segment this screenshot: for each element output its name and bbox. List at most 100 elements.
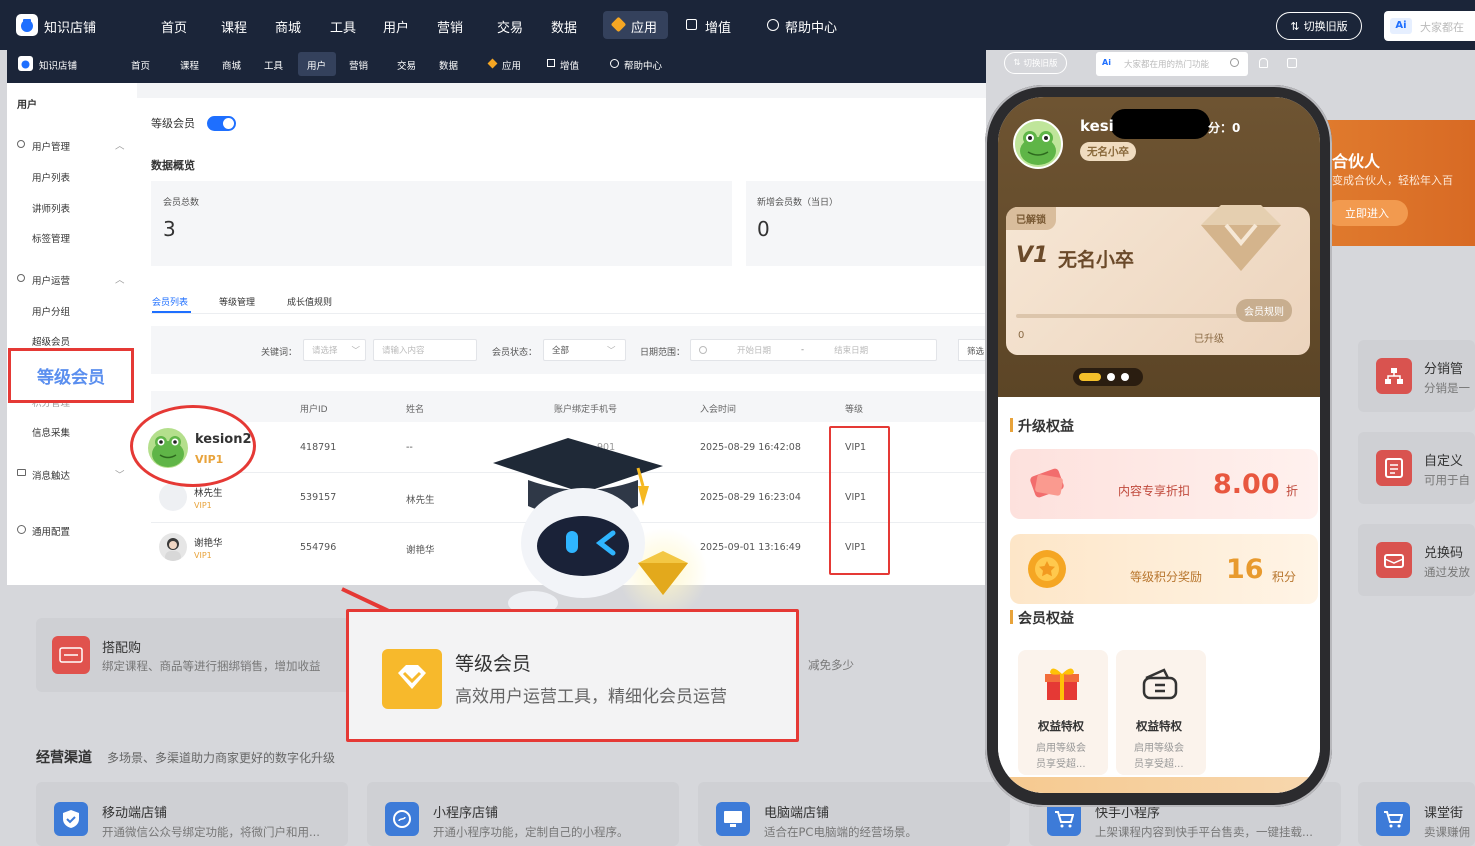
bg-nav-users[interactable]: 用户 xyxy=(383,17,409,36)
user-highlight-circle[interactable]: kesion2 VIP1 xyxy=(130,405,256,487)
bg-switch-old-button[interactable]: ⇅ 切换旧版 xyxy=(1276,12,1362,40)
user-icon xyxy=(17,140,25,148)
sidebar-group-user-management[interactable]: 用户管理 xyxy=(32,139,70,153)
discount-text: 减免多少 xyxy=(808,658,854,672)
chevron-down-icon: ﹀ xyxy=(607,346,616,356)
dynamic-island xyxy=(1110,109,1210,139)
cart-icon xyxy=(1376,802,1410,836)
tab-growth-rules[interactable]: 成长值规则 xyxy=(287,295,332,308)
nav-marketing[interactable]: 营销 xyxy=(349,58,368,72)
nav-tools[interactable]: 工具 xyxy=(264,58,283,72)
sidebar-item-super-member[interactable]: 超级会员 xyxy=(32,334,70,348)
member-status-select[interactable]: 全部 ﹀ xyxy=(543,339,626,361)
chevron-up-icon[interactable]: ︿ xyxy=(115,272,125,286)
value-icon xyxy=(686,19,697,30)
benefit-card[interactable]: 权益特权 启用等级会 员享受超... xyxy=(1116,650,1206,775)
filter-button[interactable]: 筛选 xyxy=(958,339,986,361)
nav-mall[interactable]: 商城 xyxy=(222,58,241,72)
nav-trade[interactable]: 交易 xyxy=(397,58,416,72)
bell-icon[interactable] xyxy=(1259,58,1268,68)
bg-nav-marketing[interactable]: 营销 xyxy=(437,17,463,36)
col-user-id: 用户ID xyxy=(300,405,328,415)
sidebar-group-user-operation[interactable]: 用户运营 xyxy=(32,273,70,287)
sitemap-icon xyxy=(1376,358,1412,394)
sidebar-item-user-group[interactable]: 用户分组 xyxy=(32,304,70,318)
bg-nav-mall[interactable]: 商城 xyxy=(275,17,301,36)
keyword-select[interactable]: 请选择 ﹀ xyxy=(303,339,366,361)
ai-icon: Ai xyxy=(1390,18,1412,34)
bundle-card[interactable]: 搭配购 绑定课程、商品等进行捆绑销售，增加收益 xyxy=(36,618,356,692)
member-perks-title: 会员权益 xyxy=(1018,611,1074,627)
table-row-2-nick[interactable]: 林先生 xyxy=(194,485,223,499)
benefit-card[interactable]: 权益特权 启用等级会 员享受超... xyxy=(1018,650,1108,775)
users-icon xyxy=(17,274,25,282)
bg-nav-home[interactable]: 首页 xyxy=(161,17,187,36)
level-member-toggle[interactable] xyxy=(207,116,236,131)
message-icon xyxy=(17,469,26,476)
ai-icon: Ai xyxy=(1102,58,1111,67)
front-switch-old-button[interactable]: ⇅ 切换旧版 xyxy=(1004,52,1067,74)
right-card-custom-form[interactable]: 自定义 可用于自 xyxy=(1358,432,1475,504)
chevron-up-icon[interactable]: ︿ xyxy=(115,138,125,152)
avatar xyxy=(148,428,188,468)
tab-level-management[interactable]: 等级管理 xyxy=(219,295,255,308)
level-column-highlight xyxy=(829,426,890,575)
bg-nav-value[interactable]: 增值 xyxy=(705,17,731,36)
sidebar: 用户 用户管理 ︿ 用户列表 讲师列表 标签管理 用户运营 ︿ 用户分组 超级会… xyxy=(7,83,137,585)
nav-home[interactable]: 首页 xyxy=(131,58,150,72)
partner-enter-button[interactable]: 立即进入 xyxy=(1326,200,1408,226)
channel-pc-store[interactable]: 电脑端店铺 适合在PC电脑端的经营场景。 xyxy=(698,782,1010,846)
col-name: 姓名 xyxy=(406,405,425,415)
sidebar-item-general-config[interactable]: 通用配置 xyxy=(32,524,70,538)
channel-classroom-street[interactable]: 课堂街 卖课赚佣 xyxy=(1358,782,1475,846)
keyword-label: 关键词： xyxy=(261,348,298,358)
bg-nav-trade[interactable]: 交易 xyxy=(497,17,523,36)
nav-apps[interactable]: 应用 xyxy=(502,58,521,72)
bg-nav-help[interactable]: 帮助中心 xyxy=(785,17,837,36)
toggle-knob xyxy=(223,118,234,129)
window-icon[interactable] xyxy=(1287,58,1297,68)
nav-help[interactable]: 帮助中心 xyxy=(624,58,662,72)
table-row-3-nick[interactable]: 谢艳华 xyxy=(194,535,223,549)
front-top-nav: 知识店铺 首页 课程 商城 工具 用户 营销 交易 数据 应用 增值 帮助中心 … xyxy=(7,45,986,83)
sidebar-item-level-member-highlight[interactable]: 等级会员 xyxy=(8,348,134,403)
front-search-input[interactable]: Ai 大家都在用的热门功能 xyxy=(1096,52,1248,76)
coupon-icon xyxy=(1140,664,1180,704)
stat-card-total: 会员总数 3 xyxy=(151,181,732,266)
sidebar-item-user-list[interactable]: 用户列表 xyxy=(32,170,70,184)
bg-nav-tools[interactable]: 工具 xyxy=(330,17,356,36)
nav-value[interactable]: 增值 xyxy=(560,58,579,72)
sidebar-item-info-collection[interactable]: 信息采集 xyxy=(32,425,70,439)
tab-member-list[interactable]: 会员列表 xyxy=(152,295,188,308)
vip-name: 无名小卒 xyxy=(1058,249,1135,271)
table-row-3-id: 554796 xyxy=(300,542,337,553)
keyword-input[interactable]: 请输入内容 xyxy=(373,339,477,361)
stat-card-new-today: 新增会员数（当日） 0 xyxy=(746,181,986,266)
nav-users-active[interactable]: 用户 xyxy=(298,52,336,76)
diamond-icon xyxy=(1191,197,1291,277)
section-marker xyxy=(1010,610,1013,624)
member-rules-button[interactable]: 会员规则 xyxy=(1236,299,1292,322)
channel-miniprogram-store[interactable]: 小程序店铺 开通小程序功能，定制自己的小程序。 xyxy=(367,782,679,846)
bg-nav-apps-active[interactable]: 应用 xyxy=(603,11,668,39)
sidebar-item-lecturer-list[interactable]: 讲师列表 xyxy=(32,201,70,215)
nav-data[interactable]: 数据 xyxy=(439,58,458,72)
bg-search-input[interactable]: Ai 大家都在 xyxy=(1384,11,1475,41)
bg-nav-course[interactable]: 课程 xyxy=(221,17,247,36)
phone-vip-card: 已解锁 V1 无名小卒 0 已升级 会员规则 xyxy=(1006,205,1310,355)
nav-course[interactable]: 课程 xyxy=(180,58,199,72)
phone-screen: kesi 分：0 无名小卒 已解锁 V1 无名小卒 0 已升级 会员规则 升级权… xyxy=(998,97,1320,793)
date-range-picker[interactable]: 开始日期 - 结束日期 xyxy=(690,339,937,361)
channel-mobile-store[interactable]: 移动端店铺 开通微信公众号绑定功能，将微门户和用... xyxy=(36,782,348,846)
channels-title: 经营渠道 xyxy=(36,750,92,766)
sidebar-item-tag-management[interactable]: 标签管理 xyxy=(32,231,70,245)
bg-nav-data[interactable]: 数据 xyxy=(551,17,577,36)
right-card-distribution[interactable]: 分销管 分销是一 xyxy=(1358,340,1475,412)
logo-icon xyxy=(16,14,38,36)
level-member-callout-card[interactable]: 等级会员 高效用户运营工具，精细化会员运营 xyxy=(346,609,799,742)
right-card-redeem-code[interactable]: 兑换码 通过发放 xyxy=(1358,524,1475,596)
sidebar-group-message[interactable]: 消息触达 xyxy=(32,468,70,482)
clock-icon xyxy=(699,346,707,354)
chevron-down-icon[interactable]: ﹀ xyxy=(115,467,125,481)
carousel-dots xyxy=(1073,368,1143,386)
